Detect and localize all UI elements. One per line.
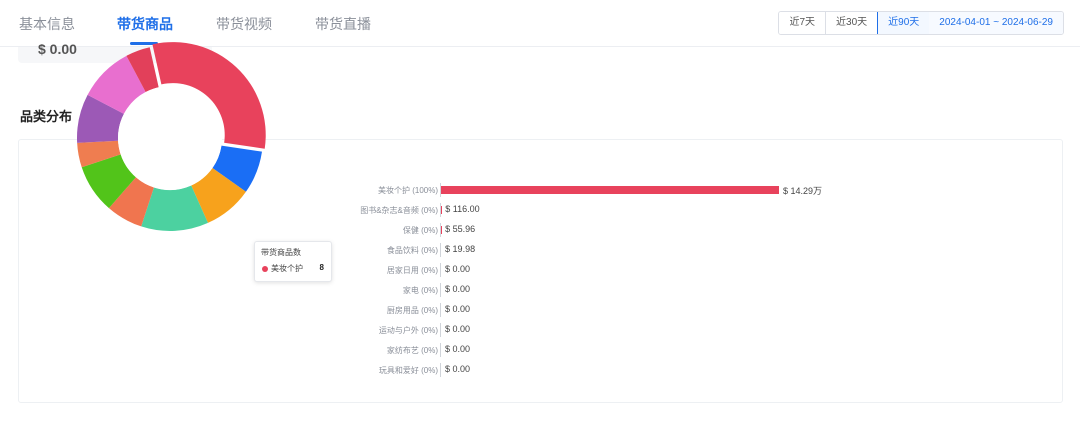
section-title: 品类分布 (20, 109, 73, 124)
bar-value-label: $ 116.00 (445, 204, 480, 214)
date-range-picker[interactable]: 2024-04-01 ~ 2024-06-29 (929, 12, 1063, 34)
bar-category-label: 家电 (0%) (402, 286, 438, 295)
chart-tooltip: 带货商品数 美妆个护 8 (254, 241, 332, 282)
tooltip-value: 8 (319, 263, 324, 272)
bar-row: 美妆个护 (100%) $ 14.29万 (330, 183, 890, 197)
bar-row: 厨房用品 (0%) $ 0.00 (330, 303, 890, 317)
bar-axis-tick (440, 343, 441, 357)
bar[interactable] (441, 186, 779, 194)
bar-axis-tick (440, 363, 441, 377)
tooltip-title: 带货商品数 (261, 248, 301, 257)
bar-value-label: $ 0.00 (445, 364, 471, 374)
bar-value-label: $ 0.00 (445, 284, 471, 294)
bar-row: 家电 (0%) $ 0.00 (330, 283, 890, 297)
bar-row: 保健 (0%) $ 55.96 (330, 223, 890, 237)
category-donut-chart (77, 42, 266, 232)
tooltip-series-dot (262, 266, 268, 272)
bar-row: 居家日用 (0%) $ 0.00 (330, 263, 890, 277)
bar-category-label: 保健 (0%) (402, 226, 438, 235)
bar-row: 食品饮料 (0%) $ 19.98 (330, 243, 890, 257)
bar-value-label: $ 19.98 (445, 244, 476, 254)
bar-category-label: 食品饮料 (0%) (386, 246, 438, 255)
date-range-selector: 近7天 近30天 近90天 2024-04-01 ~ 2024-06-29 (778, 11, 1064, 35)
bar-axis-tick (440, 323, 441, 337)
bar-axis-tick (440, 303, 441, 317)
bar-row: 图书&杂志&音频 (0%) $ 116.00 (330, 203, 890, 217)
tab-live[interactable]: 带货直播 (315, 14, 371, 34)
tab-videos[interactable]: 带货视频 (216, 14, 272, 34)
bar-row: 玩具和爱好 (0%) $ 0.00 (330, 363, 890, 377)
donut-hole (118, 86, 222, 190)
bar-value-label: $ 0.00 (445, 344, 471, 354)
bar-category-label: 厨房用品 (0%) (386, 306, 438, 315)
bar-category-label: 居家日用 (0%) (386, 266, 438, 275)
range-30-days-button[interactable]: 近30天 (826, 12, 879, 34)
tab-products[interactable]: 带货商品 (117, 14, 173, 34)
bar-category-label: 图书&杂志&音频 (0%) (360, 206, 438, 215)
bar-value-label: $ 55.96 (445, 224, 476, 234)
bar-value-label: $ 0.00 (445, 304, 471, 314)
bar-row: 运动与户外 (0%) $ 0.00 (330, 323, 890, 337)
tooltip-label: 美妆个护 (271, 264, 303, 273)
range-90-days-button[interactable]: 近90天 (877, 12, 931, 34)
bar-axis-tick (440, 283, 441, 297)
bar-category-label: 美妆个护 (100%) (377, 186, 438, 195)
bar-value-label: $ 14.29万 (783, 186, 823, 196)
bar-value-label: $ 0.00 (445, 264, 471, 274)
bar-category-label: 玩具和爱好 (0%) (378, 366, 438, 375)
bar-category-label: 运动与户外 (0%) (378, 326, 438, 335)
bar-category-label: 家纺布艺 (0%) (386, 346, 438, 355)
bar-axis-tick (440, 263, 441, 277)
bar-value-label: $ 0.00 (445, 324, 471, 334)
tab-basic-info[interactable]: 基本信息 (19, 14, 75, 34)
bar-row: 家纺布艺 (0%) $ 0.00 (330, 343, 890, 357)
range-7-days-button[interactable]: 近7天 (779, 12, 827, 34)
